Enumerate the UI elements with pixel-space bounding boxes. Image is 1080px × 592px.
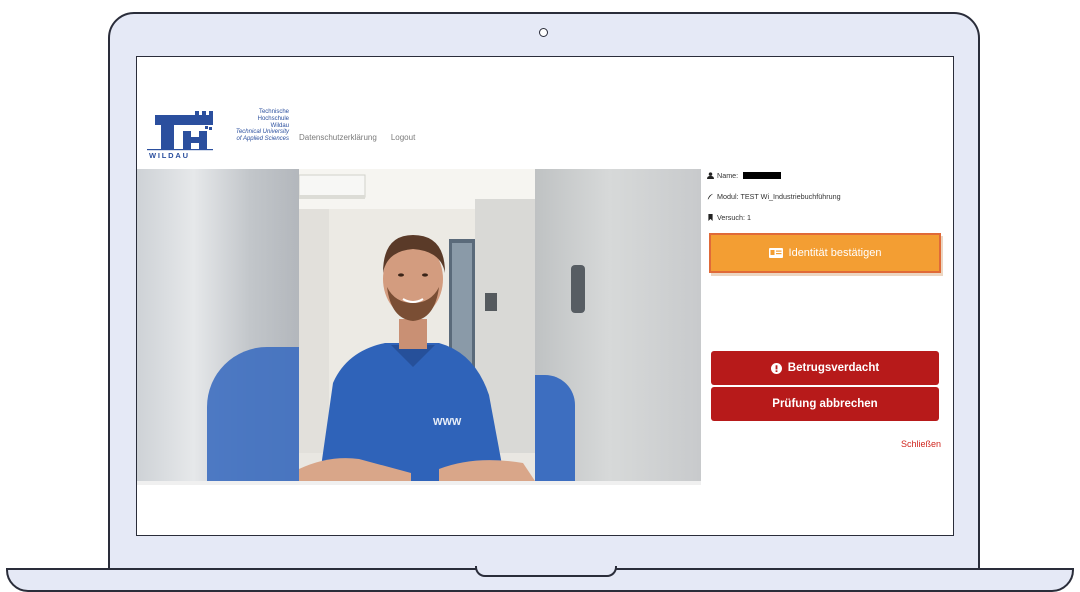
abort-exam-label: Prüfung abbrechen xyxy=(772,398,878,410)
video-center-frame: WWW xyxy=(299,169,535,481)
logo-line-4: Technical University xyxy=(235,129,289,136)
confirm-identity-button[interactable]: Identität bestätigen xyxy=(709,233,941,273)
user-icon xyxy=(707,172,714,179)
logo-line-3: Wildau xyxy=(270,122,289,129)
id-card-icon xyxy=(768,248,783,258)
modul-text: Modul: TEST Wi_Industriebuchführung xyxy=(717,192,841,201)
laptop-notch xyxy=(475,566,617,577)
shirt-logo: WWW xyxy=(433,417,462,428)
info-name: Name: xyxy=(707,171,782,180)
fraud-suspicion-button[interactable]: Betrugsverdacht xyxy=(711,351,939,385)
nav-link-logout[interactable]: Logout xyxy=(391,133,415,142)
logo-line-5: of Applied Sciences xyxy=(236,136,289,143)
bookmark-icon xyxy=(708,214,713,221)
top-nav: Datenschutzerklärung Logout xyxy=(299,133,415,142)
laptop-screen: Technische Hochschule Wildau Technical U… xyxy=(136,56,954,536)
video-blur-right-shirt xyxy=(535,375,575,481)
header-bar: Technische Hochschule Wildau Technical U… xyxy=(137,57,953,169)
video-blur-right-object xyxy=(571,265,585,313)
webcam-video: WWW xyxy=(137,169,701,481)
laptop-camera xyxy=(539,28,548,37)
close-link[interactable]: Schließen xyxy=(901,439,941,449)
screen-footer-area xyxy=(137,485,953,535)
th-wildau-logo[interactable]: Technische Hochschule Wildau Technical U… xyxy=(147,109,289,161)
logo-wordmark: WILDAU xyxy=(149,151,190,160)
exclamation-circle-icon xyxy=(770,362,782,374)
webcam-person-image: WWW xyxy=(299,169,535,481)
name-redacted xyxy=(743,172,782,179)
name-label: Name: xyxy=(717,171,739,180)
fraud-suspicion-label: Betrugsverdacht xyxy=(787,362,880,374)
feather-icon xyxy=(707,193,714,200)
abort-exam-button[interactable]: Prüfung abbrechen xyxy=(711,387,939,421)
exam-control-panel: Name: Modul: TEST Wi_Industriebuchführun… xyxy=(705,169,953,481)
versuch-text: Versuch: 1 xyxy=(717,213,751,222)
confirm-identity-label: Identität bestätigen xyxy=(788,247,882,259)
info-modul: Modul: TEST Wi_Industriebuchführung xyxy=(707,192,841,201)
logo-line-2: Hochschule xyxy=(257,115,289,122)
info-versuch: Versuch: 1 xyxy=(707,213,751,222)
nav-link-datenschutz[interactable]: Datenschutzerklärung xyxy=(299,133,377,142)
logo-line-1: Technische xyxy=(258,109,289,115)
logo-text: Technische Hochschule Wildau Technical U… xyxy=(213,109,289,143)
